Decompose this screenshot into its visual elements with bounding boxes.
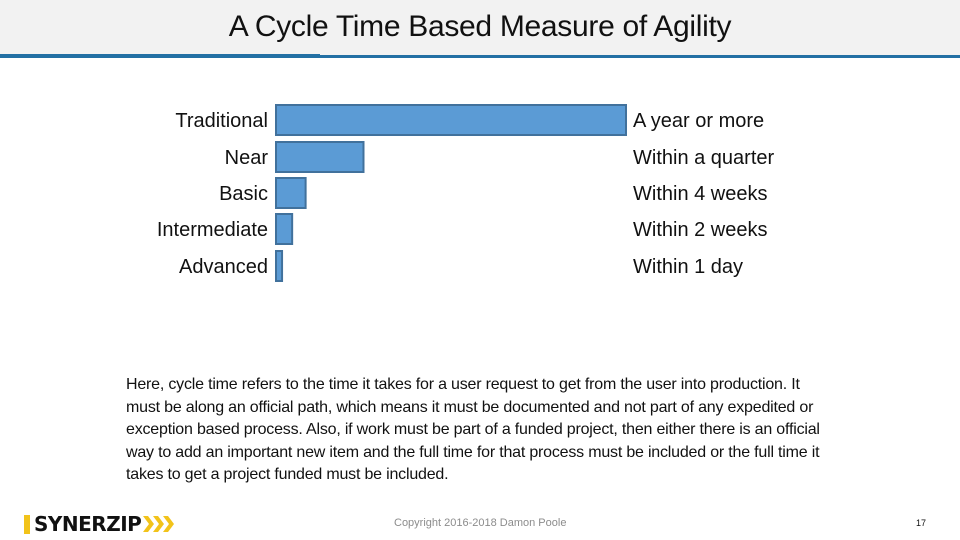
bar-basic bbox=[275, 177, 307, 209]
logo-text: SYNERZIP bbox=[34, 512, 142, 536]
bar-traditional bbox=[275, 104, 627, 136]
value-label-traditional: A year or more bbox=[633, 110, 764, 132]
agility-bar-chart: Traditional Near Basic Intermediate Advanced… bbox=[157, 104, 775, 282]
category-label-advanced: Advanced bbox=[179, 256, 268, 278]
category-label-basic: Basic bbox=[219, 183, 268, 205]
page-number: 17 bbox=[916, 518, 927, 528]
synerzip-logo: SYNERZIP bbox=[24, 512, 175, 536]
value-label-basic: Within 4 weeks bbox=[633, 183, 768, 205]
category-label-near: Near bbox=[225, 147, 269, 169]
copyright-text: Copyright 2016-2018 Damon Poole bbox=[394, 517, 567, 529]
category-label-traditional: Traditional bbox=[175, 110, 268, 132]
value-label-near: Within a quarter bbox=[633, 147, 775, 169]
bar-near bbox=[275, 141, 365, 173]
explanation-paragraph: Here, cycle time refers to the time it t… bbox=[126, 376, 820, 484]
logo-bar-icon bbox=[24, 514, 30, 534]
value-label-advanced: Within 1 day bbox=[633, 256, 743, 278]
bar-intermediate bbox=[275, 213, 294, 245]
chevrons-icon bbox=[143, 514, 175, 534]
bar-advanced bbox=[275, 250, 284, 282]
category-label-intermediate: Intermediate bbox=[157, 219, 268, 241]
value-label-intermediate: Within 2 weeks bbox=[633, 219, 768, 241]
